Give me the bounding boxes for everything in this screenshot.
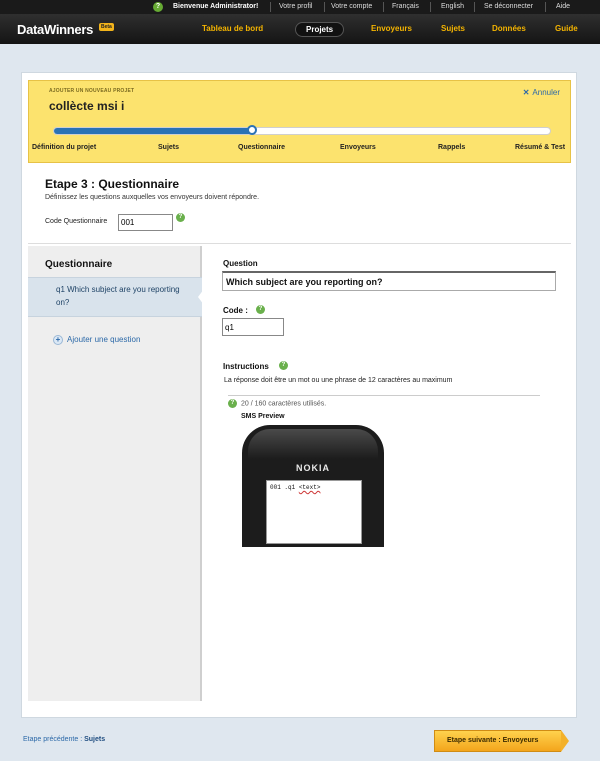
character-counter-text: 20 / 160 caractères utilisés. xyxy=(241,400,327,408)
tab-dashboard[interactable]: Tableau de bord xyxy=(202,24,263,33)
sms-preview-prefix: 001 .q1 xyxy=(270,484,299,491)
divider xyxy=(270,2,271,12)
sms-preview-label: SMS Preview xyxy=(241,413,285,420)
next-step-button[interactable]: Etape suivante : Envoyeurs xyxy=(434,730,569,752)
tab-data[interactable]: Données xyxy=(492,24,526,33)
logout-link[interactable]: Se déconnecter xyxy=(484,3,533,10)
question-list-item-selected[interactable]: q1 Which subject are you reporting on? xyxy=(28,277,202,317)
questionnaire-code-label: Code Questionnaire xyxy=(45,218,108,225)
question-label: Question xyxy=(223,259,258,268)
previous-step-target: Sujets xyxy=(84,736,106,743)
previous-step-link[interactable]: Etape précédente : Sujets xyxy=(23,736,105,743)
character-counter: ? 20 / 160 caractères utilisés. xyxy=(228,395,540,408)
divider xyxy=(545,2,546,12)
step-title: Etape 3 : Questionnaire xyxy=(45,177,180,191)
close-icon: ✕ xyxy=(522,88,530,97)
main-nav: DataWinners Beta Tableau de bord Projets… xyxy=(0,14,600,44)
help-icon[interactable]: ? xyxy=(153,2,163,12)
previous-step-label: Etape précédente : xyxy=(23,736,85,743)
step-summary-test[interactable]: Résumé & Test xyxy=(515,144,565,151)
step-subjects[interactable]: Sujets xyxy=(158,144,179,151)
divider xyxy=(474,2,475,12)
phone-preview: NOKIA 001 .q1 <text> xyxy=(242,425,384,547)
divider xyxy=(324,2,325,12)
help-icon[interactable]: ? xyxy=(228,399,237,408)
tab-senders[interactable]: Envoyeurs xyxy=(371,24,412,33)
selection-pointer xyxy=(198,289,204,305)
utility-bar: ? Bienvenue Administrator! Votre profil … xyxy=(0,0,600,14)
sms-preview-screen: 001 .q1 <text> xyxy=(266,480,362,544)
plus-icon: + xyxy=(53,335,63,345)
step-definition[interactable]: Définition du projet xyxy=(32,144,96,151)
help-icon[interactable]: ? xyxy=(279,361,288,370)
add-question-label: Ajouter une question xyxy=(67,335,141,344)
divider xyxy=(383,2,384,12)
cancel-button[interactable]: ✕ Annuler xyxy=(523,88,560,97)
add-question-button[interactable]: + Ajouter une question xyxy=(53,335,140,345)
phone-gloss xyxy=(248,429,378,459)
profile-link[interactable]: Votre profil xyxy=(279,3,312,10)
project-name: collècte msi i xyxy=(49,99,125,113)
section-divider xyxy=(28,243,571,244)
project-banner: AJOUTER UN NOUVEAU PROJET collècte msi i… xyxy=(28,80,571,163)
sms-preview-tag: <text> xyxy=(298,484,321,491)
welcome-text: Bienvenue Administrator! xyxy=(173,3,259,10)
questionnaire-code-input[interactable] xyxy=(118,214,173,231)
tab-subjects[interactable]: Sujets xyxy=(441,24,465,33)
phone-brand: NOKIA xyxy=(296,463,330,473)
language-en-link[interactable]: English xyxy=(441,3,464,10)
question-list-heading: Questionnaire xyxy=(45,259,113,270)
question-text-input[interactable] xyxy=(222,271,556,291)
instructions-text: La réponse doit être un mot ou une phras… xyxy=(224,377,453,384)
banner-subtitle: AJOUTER UN NOUVEAU PROJET xyxy=(49,88,135,94)
question-code-input[interactable] xyxy=(222,318,284,336)
tab-guide[interactable]: Guide xyxy=(555,24,578,33)
help-icon[interactable]: ? xyxy=(256,305,265,314)
help-link[interactable]: Aide xyxy=(556,3,570,10)
tab-projects[interactable]: Projets xyxy=(295,22,345,37)
next-step-label: Etape suivante : Envoyeurs xyxy=(434,730,561,752)
progress-bar xyxy=(53,125,551,135)
instructions-label: Instructions xyxy=(223,362,269,371)
help-icon[interactable]: ? xyxy=(176,213,185,222)
cancel-label: Annuler xyxy=(532,88,560,97)
step-description: Définissez les questions auxquelles vos … xyxy=(45,194,260,201)
progress-knob xyxy=(247,125,258,135)
step-questionnaire[interactable]: Questionnaire xyxy=(238,144,285,151)
question-code-label: Code : xyxy=(223,306,248,315)
beta-badge: Beta xyxy=(99,23,114,31)
logo[interactable]: DataWinners xyxy=(17,22,93,37)
step-senders[interactable]: Envoyeurs xyxy=(340,144,376,151)
divider xyxy=(430,2,431,12)
wizard-card: AJOUTER UN NOUVEAU PROJET collècte msi i… xyxy=(21,72,577,718)
language-fr-link[interactable]: Français xyxy=(392,3,419,10)
account-link[interactable]: Votre compte xyxy=(331,3,372,10)
step-reminders[interactable]: Rappels xyxy=(438,144,465,151)
question-list-panel: Questionnaire q1 Which subject are you r… xyxy=(28,246,204,701)
arrow-right-icon xyxy=(561,730,569,752)
progress-fill xyxy=(54,128,253,134)
